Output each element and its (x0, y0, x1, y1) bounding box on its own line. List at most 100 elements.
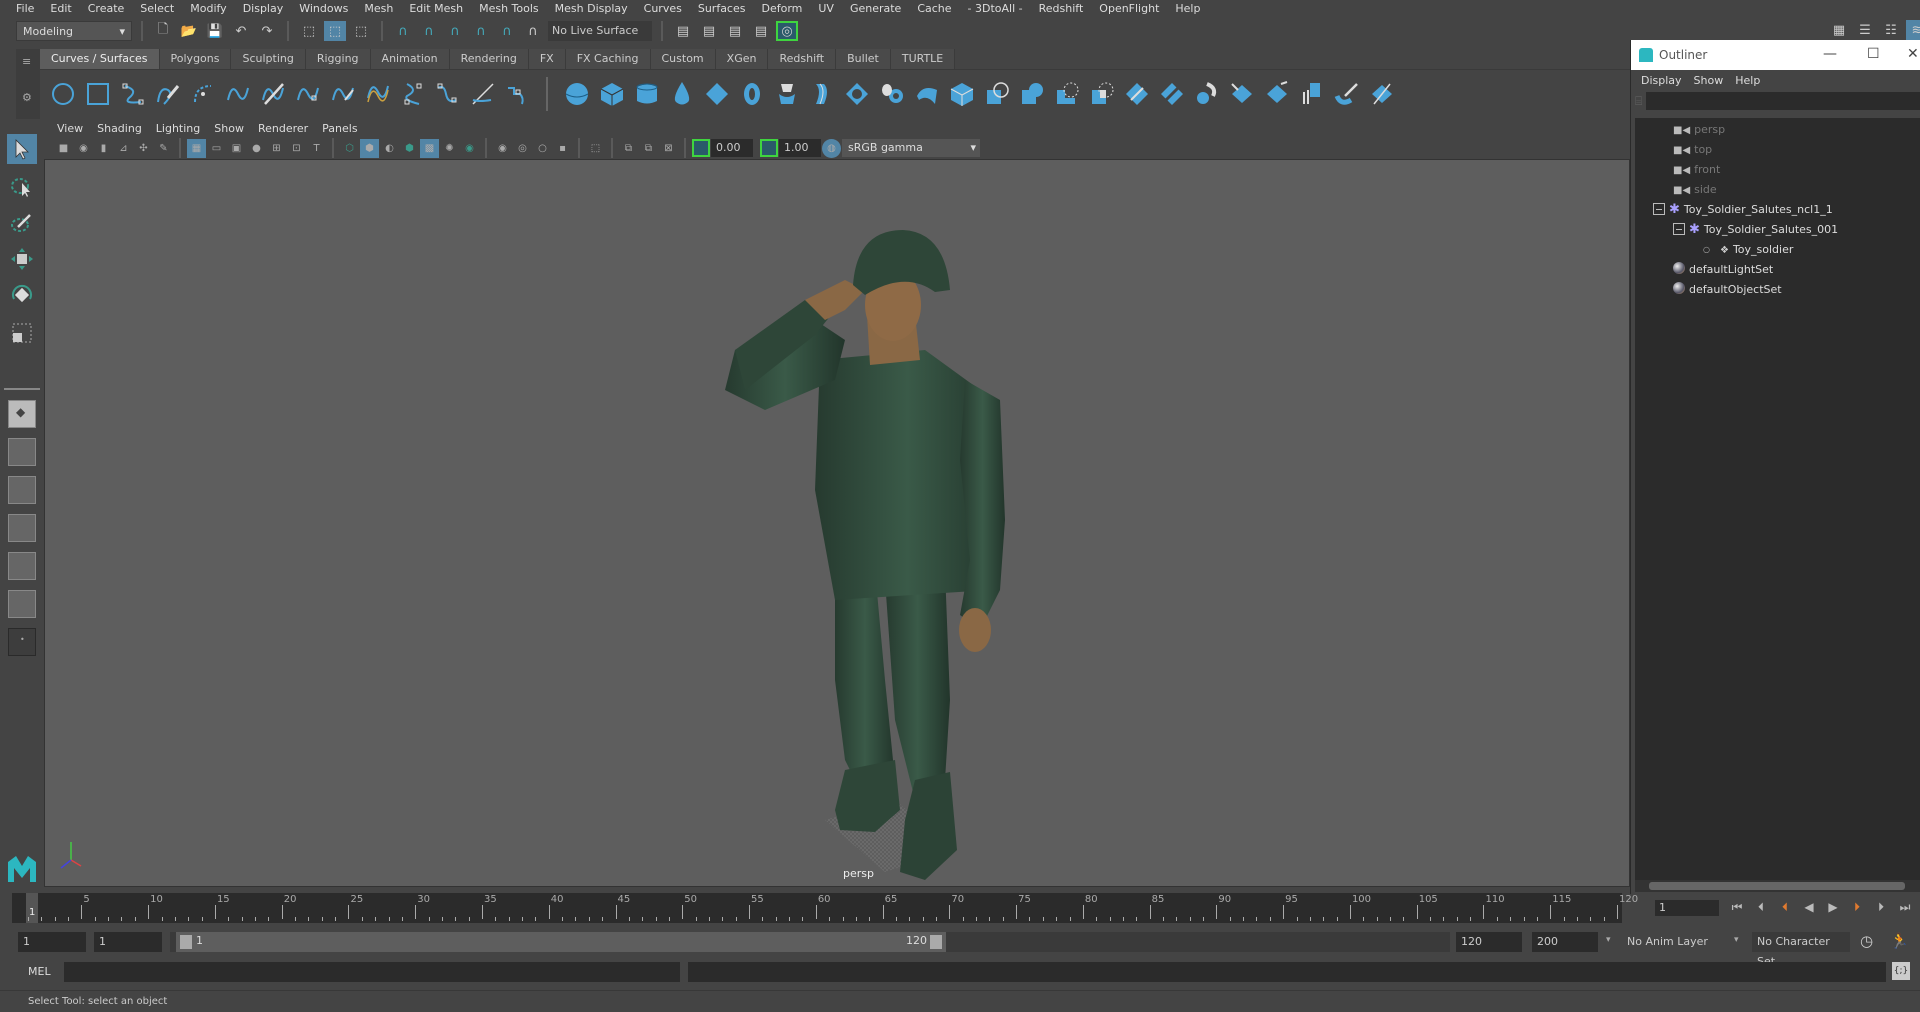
outliner-item[interactable]: ■◀ side (1673, 179, 1717, 199)
chevron-down-icon[interactable]: ▾ (1606, 935, 1611, 945)
stitch-icon[interactable] (1330, 78, 1363, 110)
lasso-tool-icon[interactable] (7, 172, 37, 202)
shelf-tab-bullet[interactable]: Bullet (836, 49, 891, 69)
outliner-horizontal-scrollbar[interactable] (1635, 880, 1920, 892)
persp-outliner-layout-button[interactable] (8, 476, 36, 504)
single-pane-layout-button[interactable]: ◆ (8, 400, 36, 428)
persp-graph-hypergraph-layout-button[interactable] (8, 590, 36, 618)
menu-redshift[interactable]: Redshift (1031, 0, 1092, 18)
gamma-field[interactable]: 1.00 (779, 139, 821, 157)
grid-icon[interactable]: ▦ (187, 138, 206, 158)
shelf-tab-curves-surfaces[interactable]: Curves / Surfaces (40, 49, 160, 69)
extend-surface-icon[interactable] (1225, 78, 1258, 110)
collapse-toggle-icon[interactable] (1673, 223, 1685, 235)
three-point-arc-icon[interactable] (186, 78, 219, 110)
panel-menu-shading[interactable]: Shading (90, 122, 149, 135)
outliner-menu-display[interactable]: Display (1635, 74, 1688, 87)
pencil-curve-icon[interactable] (151, 78, 184, 110)
bezier-icon[interactable] (466, 78, 499, 110)
auto-key-icon[interactable]: ◷ (1860, 932, 1873, 950)
animation-end-field[interactable]: 200 (1532, 932, 1598, 952)
shelf-menu-icon[interactable]: ≡ (22, 55, 31, 68)
menu-openflight[interactable]: OpenFlight (1091, 0, 1167, 18)
rotate-tool-icon[interactable] (7, 280, 37, 310)
xray-joints-icon[interactable]: ⊠ (659, 139, 678, 158)
outliner-menu-help[interactable]: Help (1729, 74, 1766, 87)
cut-curve-icon[interactable] (256, 78, 289, 110)
outliner-item[interactable]: defaultLightSet (1673, 259, 1773, 279)
menu-set-dropdown[interactable]: Modeling ▾ (16, 21, 132, 41)
film-gate-icon[interactable]: ▭ (207, 139, 226, 158)
script-editor-icon[interactable]: {;} (1892, 962, 1910, 980)
paint-select-tool-icon[interactable] (7, 208, 37, 238)
xray-icon[interactable]: ⧉ (619, 139, 638, 158)
shadows-icon[interactable]: ◉ (460, 139, 479, 158)
render-frame-icon[interactable]: ▤ (698, 21, 720, 41)
panel-menu-lighting[interactable]: Lighting (149, 122, 207, 135)
range-slider-bar[interactable]: 1 120 (176, 932, 946, 952)
playback-end-field[interactable]: 120 (1456, 932, 1522, 952)
menu-generate[interactable]: Generate (842, 0, 909, 18)
step-forward-frame-icon[interactable]: ⏵ (1872, 898, 1890, 916)
animation-start-field[interactable]: 1 (18, 932, 86, 952)
snap-icon[interactable]: ∩ (522, 21, 544, 41)
planar-icon[interactable] (840, 78, 873, 110)
textured-icon[interactable]: ▩ (420, 138, 439, 158)
nurbs-cylinder-icon[interactable] (630, 78, 663, 110)
scale-tool-icon[interactable] (7, 318, 37, 348)
menu-display[interactable]: Display (235, 0, 292, 18)
outliner-item[interactable]: defaultObjectSet (1673, 279, 1782, 299)
trim-icon[interactable] (1050, 78, 1083, 110)
hypershade-icon[interactable]: ◎ (776, 21, 798, 41)
gate-mask-icon[interactable]: ● (247, 139, 266, 158)
outliner-item[interactable]: ■◀ top (1673, 139, 1712, 159)
nurbs-cone-icon[interactable] (665, 78, 698, 110)
menu-create[interactable]: Create (80, 0, 133, 18)
time-slider[interactable]: 5 10 15 20 25 30 35 40 45 50 55 60 65 70 75 80 85 90 95 100… (12, 893, 1638, 923)
wireframe-icon[interactable]: ⬡ (340, 139, 359, 158)
outliner-item[interactable]: ✱ Toy_Soldier_Salutes_001 (1673, 219, 1838, 239)
attach-surface-icon[interactable] (1120, 78, 1153, 110)
script-language-toggle[interactable]: MEL (28, 965, 51, 978)
untrim-icon[interactable] (1085, 78, 1118, 110)
tool-settings-icon[interactable]: ☷ (1880, 20, 1902, 40)
motion-blur-icon[interactable]: ◎ (513, 139, 532, 158)
menu-file[interactable]: File (8, 0, 42, 18)
outliner-menu-show[interactable]: Show (1688, 74, 1730, 87)
safe-title-icon[interactable]: T (307, 139, 326, 158)
curve-cv-icon[interactable] (291, 78, 324, 110)
surface-fillet-icon[interactable] (1365, 78, 1398, 110)
playback-start-field[interactable]: 1 (94, 932, 162, 952)
square-curve-icon[interactable] (81, 78, 114, 110)
shelf-tab-sculpting[interactable]: Sculpting (231, 49, 306, 69)
viewport-persp[interactable]: persp (44, 159, 1630, 887)
anti-aliasing-icon[interactable]: ○ (533, 139, 552, 158)
move-tool-icon[interactable] (7, 244, 37, 274)
bookmarks-icon[interactable]: ▮ (94, 139, 113, 158)
shelf-tab-polygons[interactable]: Polygons (159, 49, 232, 69)
isolate-select-icon[interactable]: ⬚ (586, 139, 605, 158)
shelf-settings-icon[interactable]: ⚙ (22, 91, 32, 104)
xray-active-components-icon[interactable]: ⧉ (639, 139, 658, 158)
channel-box-icon[interactable]: ≋ (1906, 20, 1920, 40)
wireframe-on-shaded-icon[interactable]: ⬢ (400, 139, 419, 158)
shelf-tab-rendering[interactable]: Rendering (449, 49, 529, 69)
menu-3dtoall[interactable]: - 3DtoAll - (960, 0, 1031, 18)
open-scene-icon[interactable]: 📂 (178, 21, 200, 41)
nurbs-cube-icon[interactable] (595, 78, 628, 110)
menu-windows[interactable]: Windows (291, 0, 356, 18)
menu-deform[interactable]: Deform (753, 0, 810, 18)
2d-pan-zoom-icon[interactable]: ✣ (134, 139, 153, 158)
camera-attributes-icon[interactable]: ◉ (74, 139, 93, 158)
shelf-tab-xgen[interactable]: XGen (715, 49, 769, 69)
nurbs-plane-icon[interactable] (700, 78, 733, 110)
persp-graph-layout-button[interactable] (8, 514, 36, 542)
render-view-icon[interactable]: ▤ (672, 21, 694, 41)
menu-edit-mesh[interactable]: Edit Mesh (401, 0, 471, 18)
smooth-shade-icon[interactable]: ⬢ (360, 138, 379, 158)
rebuild-surface-icon[interactable] (1260, 78, 1293, 110)
panel-menu-panels[interactable]: Panels (315, 122, 364, 135)
snap-live-icon[interactable]: ∩ (496, 21, 518, 41)
snap-view-plane-icon[interactable]: ∩ (470, 21, 492, 41)
extrude-icon[interactable] (875, 78, 908, 110)
